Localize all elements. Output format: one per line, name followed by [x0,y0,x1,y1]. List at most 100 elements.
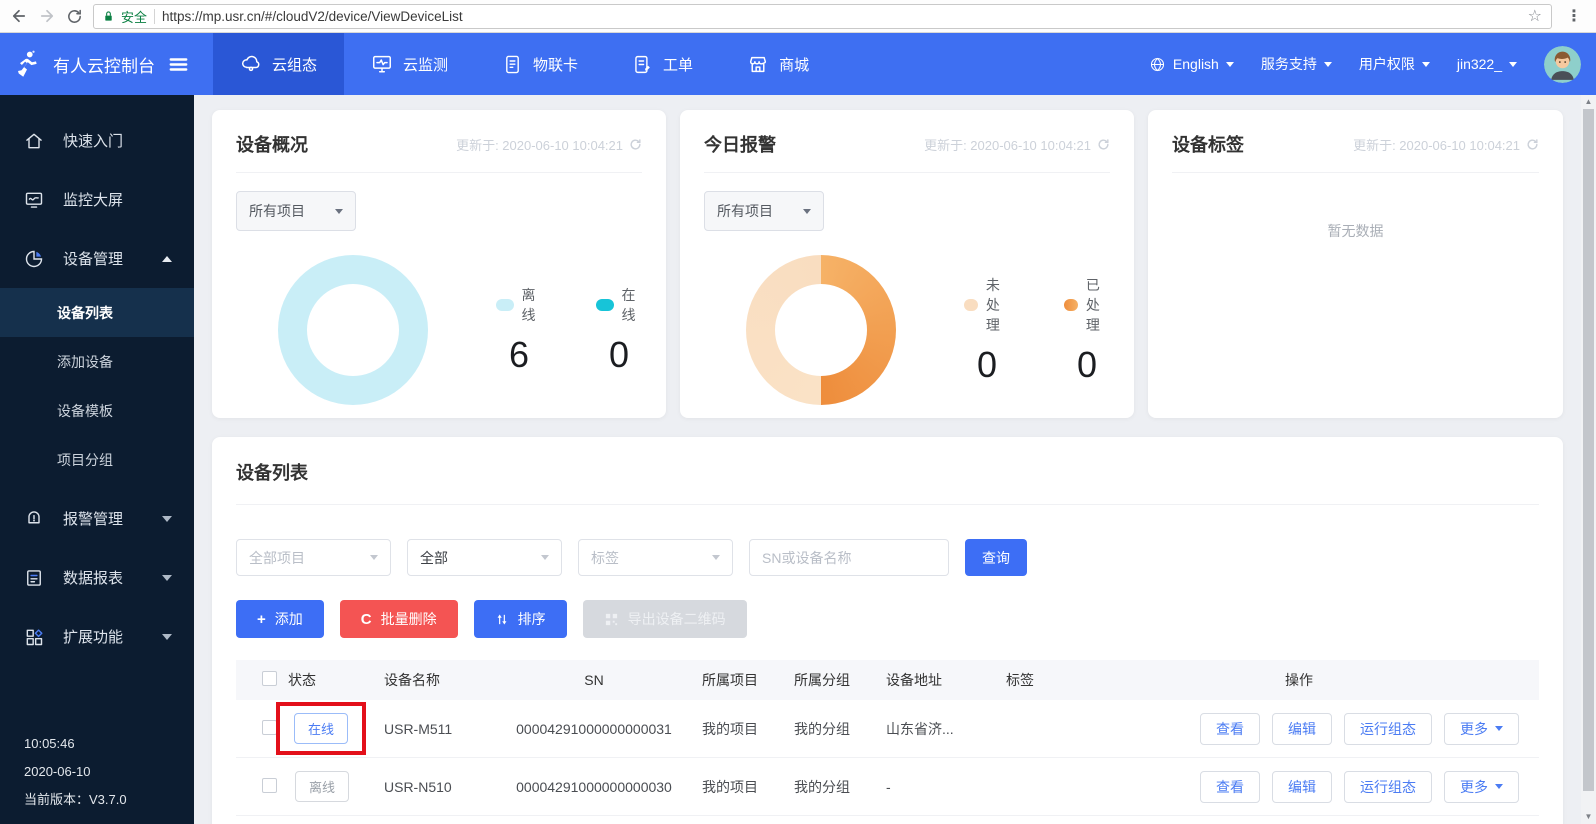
alarm-status-donut-chart [746,255,896,405]
user-menu[interactable]: jin322_ [1457,56,1517,72]
tab-mall[interactable]: 商城 [720,33,836,95]
device-name: USR-N510 [384,778,452,795]
header-right-menu: English 服务支持 用户权限 jin322_ [1149,33,1596,95]
permissions-menu[interactable]: 用户权限 [1359,54,1430,74]
select-all-checkbox[interactable] [262,671,277,686]
sidebar-item-data-report[interactable]: 数据报表 [0,548,194,607]
language-menu[interactable]: English [1149,56,1234,73]
view-button[interactable]: 查看 [1200,712,1260,745]
unhandled-count: 0 [976,343,998,385]
status-badge[interactable]: 离线 [295,771,350,802]
view-button[interactable]: 查看 [1200,770,1260,803]
tag-select[interactable]: 标签 [578,539,733,576]
browser-menu-icon[interactable]: ⋮ [1562,6,1586,26]
sidebar-item-quick-start[interactable]: 快速入门 [0,111,194,170]
chevron-down-icon [370,555,378,560]
status-badge[interactable]: 在线 [294,713,349,744]
sidebar-footer: 10:05:46 2020-06-10 当前版本：V3.7.0 [24,730,127,814]
export-qr-button: 导出设备二维码 [582,600,747,638]
sidebar-item-add-device[interactable]: 添加设备 [0,337,194,386]
project-select[interactable]: 全部项目 [236,539,391,576]
sn-search-input[interactable] [749,539,949,576]
sort-button[interactable]: 排序 [473,600,567,638]
sidebar-subitem-label: 添加设备 [57,353,113,370]
browser-back-icon[interactable] [10,7,28,25]
sidebar-item-monitor-screen[interactable]: 监控大屏 [0,170,194,229]
browser-reload-icon[interactable] [66,8,83,25]
browser-chrome: 安全 https://mp.usr.cn/#/cloudV2/device/Vi… [0,0,1596,33]
device-status-donut-chart [278,255,428,405]
sidebar-item-project-group[interactable]: 项目分组 [0,435,194,484]
bookmark-star-icon[interactable]: ☆ [1528,6,1542,26]
main-content: 设备概况 更新于: 2020-06-10 10:04:21 所有项目 离线 6 … [194,95,1581,824]
row-actions: 查看 编辑 运行组态 更多 [1179,712,1539,745]
legend-offline: 离线 6 [496,285,542,376]
sidebar-item-device-list[interactable]: 设备列表 [0,288,194,337]
status-select[interactable]: 全部 [407,539,562,576]
scrollbar-thumb[interactable] [1583,109,1594,791]
tab-iot-sim-card[interactable]: 物联卡 [475,33,605,95]
brand[interactable]: 有人云控制台 [0,33,213,95]
url-bar[interactable]: 安全 https://mp.usr.cn/#/cloudV2/device/Vi… [93,3,1552,29]
sidebar-item-device-template[interactable]: 设备模板 [0,386,194,435]
add-button[interactable]: + 添加 [236,600,324,638]
more-label: 更多 [1460,720,1488,737]
row-checkbox[interactable] [262,719,277,735]
refresh-icon[interactable] [1097,138,1110,151]
chevron-down-icon [1421,61,1430,67]
panel-title: 设备列表 [236,463,308,483]
sidebar-subitem-label: 项目分组 [57,451,113,468]
device-table: 状态 设备名称 SN 所属项目 所属分组 设备地址 标签 操作 在线 USR-M… [236,660,1539,816]
page-scrollbar[interactable]: ▲ ▼ [1581,95,1596,824]
add-label: 添加 [274,611,303,627]
chevron-down-icon [335,208,343,214]
sort-label: 排序 [517,611,546,627]
scroll-up-icon[interactable]: ▲ [1581,97,1596,106]
app-header: 有人云控制台 云组态 云监测 物联卡 工单 商城 English 服务支持 用户… [0,33,1596,95]
unhandled-swatch [964,298,978,311]
filter-bar: 全部项目 全部 标签 查询 [236,539,1539,576]
scroll-down-icon[interactable]: ▼ [1581,812,1596,821]
tab-cloud-monitor[interactable]: 云监测 [344,33,475,95]
chevron-down-icon [1495,726,1503,731]
export-qr-label: 导出设备二维码 [627,611,726,627]
sidebar-item-alarm-management[interactable]: 报警管理 [0,489,194,548]
url-separator [154,8,156,24]
device-list-panel: 设备列表 全部项目 全部 标签 查询 [212,437,1563,824]
run-scada-button[interactable]: 运行组态 [1344,770,1432,803]
batch-delete-button[interactable]: C 批量删除 [339,600,458,638]
device-project: 我的项目 [702,778,758,795]
tab-label: 物联卡 [533,56,579,74]
tab-label: 云组态 [272,56,318,74]
refresh-icon[interactable] [1526,138,1539,151]
edit-button[interactable]: 编辑 [1272,770,1332,803]
tab-work-order[interactable]: 工单 [605,33,720,95]
col-tag: 标签 [1006,672,1034,688]
avatar[interactable] [1544,45,1581,83]
more-button[interactable]: 更多 [1444,770,1519,803]
row-checkbox[interactable] [262,777,277,793]
updated-text: 更新于: 2020-06-10 10:04:21 [456,137,623,153]
edit-button[interactable]: 编辑 [1272,712,1332,745]
refresh-icon[interactable] [629,138,642,151]
project-filter-select[interactable]: 所有项目 [704,191,824,231]
project-filter-select[interactable]: 所有项目 [236,191,356,231]
clear-icon: C [360,610,372,628]
handled-swatch [1064,298,1078,311]
legend-label: 离线 [521,286,536,323]
support-menu[interactable]: 服务支持 [1261,54,1332,74]
table-row: 离线 USR-N510 00004291000000000030 我的项目 我的… [236,758,1539,816]
more-button[interactable]: 更多 [1444,712,1519,745]
query-button[interactable]: 查询 [965,539,1027,576]
sidebar-item-device-management[interactable]: 设备管理 [0,229,194,288]
col-project: 所属项目 [702,672,758,688]
run-scada-button[interactable]: 运行组态 [1344,712,1432,745]
tab-cloud-scada[interactable]: 云组态 [213,33,345,95]
sidebar-item-extensions[interactable]: 扩展功能 [0,607,194,666]
version-label: 当前版本：V3.7.0 [24,792,127,807]
hamburger-menu-icon[interactable] [167,53,190,76]
brand-title: 有人云控制台 [53,56,155,76]
overview-cards: 设备概况 更新于: 2020-06-10 10:04:21 所有项目 离线 6 … [212,110,1563,418]
card-today-alarms: 今日报警 更新于: 2020-06-10 10:04:21 所有项目 未处理 0… [680,110,1134,418]
browser-forward-icon[interactable] [38,7,56,25]
